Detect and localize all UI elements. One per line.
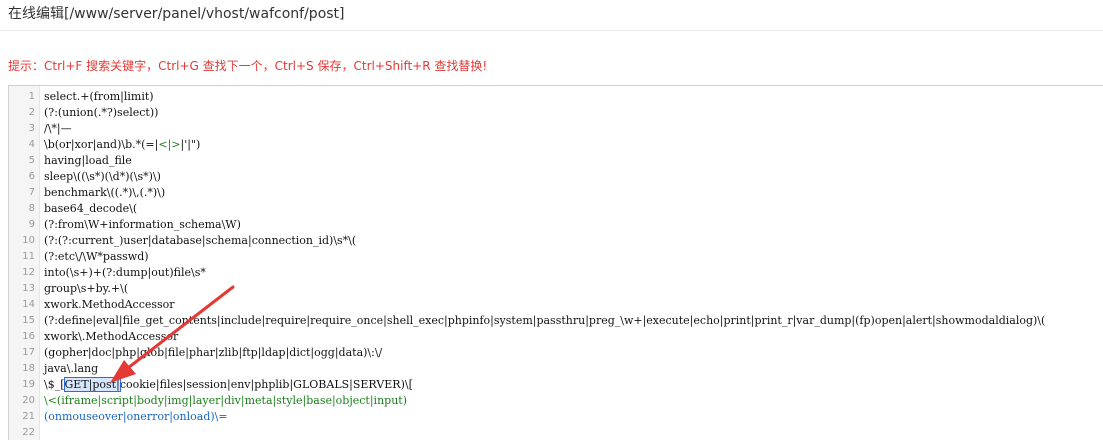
- code-text: (onmouseover|onerror|onload)\=: [44, 410, 228, 423]
- code-text: \<(iframe|script|body|img|layer|div|meta…: [44, 394, 407, 407]
- code-text: (?:(?:current_)user|database|schema|conn…: [44, 234, 357, 247]
- line-number: 10: [22, 235, 35, 246]
- window-title: 在线编辑[/www/server/panel/vhost/wafconf/pos…: [8, 6, 345, 22]
- line-number: 8: [28, 203, 35, 214]
- line-number: 4: [28, 139, 35, 150]
- code-text: into(\s+)+(?:dump|out)file\s*: [44, 266, 206, 279]
- line-number: 6: [28, 171, 35, 182]
- line-number: 5: [28, 155, 35, 166]
- code-line[interactable]: 7 benchmark\((.*)\,(.*)\): [9, 185, 1103, 201]
- code-segment: \b(or|xor|and)\b.*(=|: [44, 138, 159, 151]
- code-text: (?:from\W+information_schema\W): [44, 218, 241, 231]
- code-text: select.+(from|limit): [44, 90, 154, 103]
- code-line[interactable]: 9 (?:from\W+information_schema\W): [9, 217, 1103, 233]
- code-text: java\.lang: [44, 362, 99, 375]
- line-number: 11: [22, 251, 35, 262]
- code-line[interactable]: 5 having|load_file: [9, 153, 1103, 169]
- line-number: 16: [22, 331, 35, 342]
- code-text: (?:(union(.*?)select)): [44, 106, 159, 119]
- code-line[interactable]: 15 (?:define|eval|file_get_contents|inclu…: [9, 313, 1103, 329]
- code-line[interactable]: 16 xwork\.MethodAccessor: [9, 329, 1103, 345]
- code-text: xwork\.MethodAccessor: [44, 330, 179, 343]
- code-line[interactable]: 13 group\s+by.+\(: [9, 281, 1103, 297]
- line-number: 20: [22, 395, 35, 406]
- code-line[interactable]: 4 \b(or|xor|and)\b.*(=|<|>|'|"): [9, 137, 1103, 153]
- code-segment: \$_: [44, 378, 61, 391]
- line-number: 7: [28, 187, 35, 198]
- code-line[interactable]: 2 (?:(union(.*?)select)): [9, 105, 1103, 121]
- code-line[interactable]: 19 \$_[GET|post|cookie|files|session|env|…: [9, 377, 1103, 393]
- line-number: 18: [22, 363, 35, 374]
- code-line[interactable]: 14 xwork.MethodAccessor: [9, 297, 1103, 313]
- code-line[interactable]: 8 base64_decode\(: [9, 201, 1103, 217]
- code-text: (?:define|eval|file_get_contents|include…: [44, 314, 1046, 327]
- line-number: 15: [22, 315, 35, 326]
- code-line[interactable]: 1 select.+(from|limit): [9, 89, 1103, 105]
- code-line[interactable]: 21 (onmouseover|onerror|onload)\=: [9, 409, 1103, 425]
- code-line[interactable]: 10 (?:(?:current_)user|database|schema|co…: [9, 233, 1103, 249]
- code-text: (gopher|doc|php|glob|file|phar|zlib|ftp|…: [44, 346, 383, 359]
- line-number: 1: [28, 91, 35, 102]
- code-line[interactable]: 12 into(\s+)+(?:dump|out)file\s*: [9, 265, 1103, 281]
- code-text: (?:etc\/\W*passwd): [44, 250, 149, 263]
- line-number: 9: [28, 219, 35, 230]
- code-text: /\*|—: [44, 122, 72, 135]
- code-bracket: [: [60, 378, 65, 391]
- code-text: sleep\((\s*)(\d*)(\s*)\): [44, 170, 161, 183]
- code-line[interactable]: 22: [9, 425, 1103, 440]
- line-number: 3: [28, 123, 35, 134]
- line-number: 21: [22, 411, 35, 422]
- code-line[interactable]: 18 java\.lang: [9, 361, 1103, 377]
- code-segment: cookie|files|session|env|phplib|GLOBALS|…: [119, 378, 413, 391]
- line-number: 19: [22, 379, 35, 390]
- code-line[interactable]: 20 \<(iframe|script|body|img|layer|div|me…: [9, 393, 1103, 409]
- code-line[interactable]: 17 (gopher|doc|php|glob|file|phar|zlib|ft…: [9, 345, 1103, 361]
- line-number: 17: [22, 347, 35, 358]
- line-number: 14: [22, 299, 35, 310]
- code-text: base64_decode\(: [44, 202, 138, 215]
- code-text: benchmark\((.*)\,(.*)\): [44, 186, 166, 199]
- code-segment: |'|"): [180, 138, 201, 151]
- code-operator-green: <|>: [158, 138, 181, 151]
- line-number: 2: [28, 107, 35, 118]
- line-number: 13: [22, 283, 35, 294]
- code-text: xwork.MethodAccessor: [44, 298, 175, 311]
- line-number: 22: [22, 427, 35, 438]
- search-highlight: GET|post|: [63, 377, 121, 392]
- code-text: having|load_file: [44, 154, 132, 167]
- code-line[interactable]: 11 (?:etc\/\W*passwd): [9, 249, 1103, 265]
- code-line[interactable]: 3 /\*|—: [9, 121, 1103, 137]
- code-lines: 1 select.+(from|limit) 2 (?:(union(.*?)sel…: [9, 89, 1103, 440]
- code-line[interactable]: 6 sleep\((\s*)(\d*)(\s*)\): [9, 169, 1103, 185]
- code-text: group\s+by.+\(: [44, 282, 129, 295]
- window-titlebar: 在线编辑[/www/server/panel/vhost/wafconf/pos…: [0, 0, 1103, 31]
- code-text-line-4: \b(or|xor|and)\b.*(=|<|>|'|"): [44, 137, 200, 153]
- line-number: 12: [22, 267, 35, 278]
- shortcut-tip: 提示：Ctrl+F 搜索关键字，Ctrl+G 查找下一个，Ctrl+S 保存，C…: [8, 59, 488, 73]
- code-editor[interactable]: 1 select.+(from|limit) 2 (?:(union(.*?)sel…: [8, 85, 1103, 440]
- code-text-line-19: \$_[GET|post|cookie|files|session|env|ph…: [44, 377, 413, 393]
